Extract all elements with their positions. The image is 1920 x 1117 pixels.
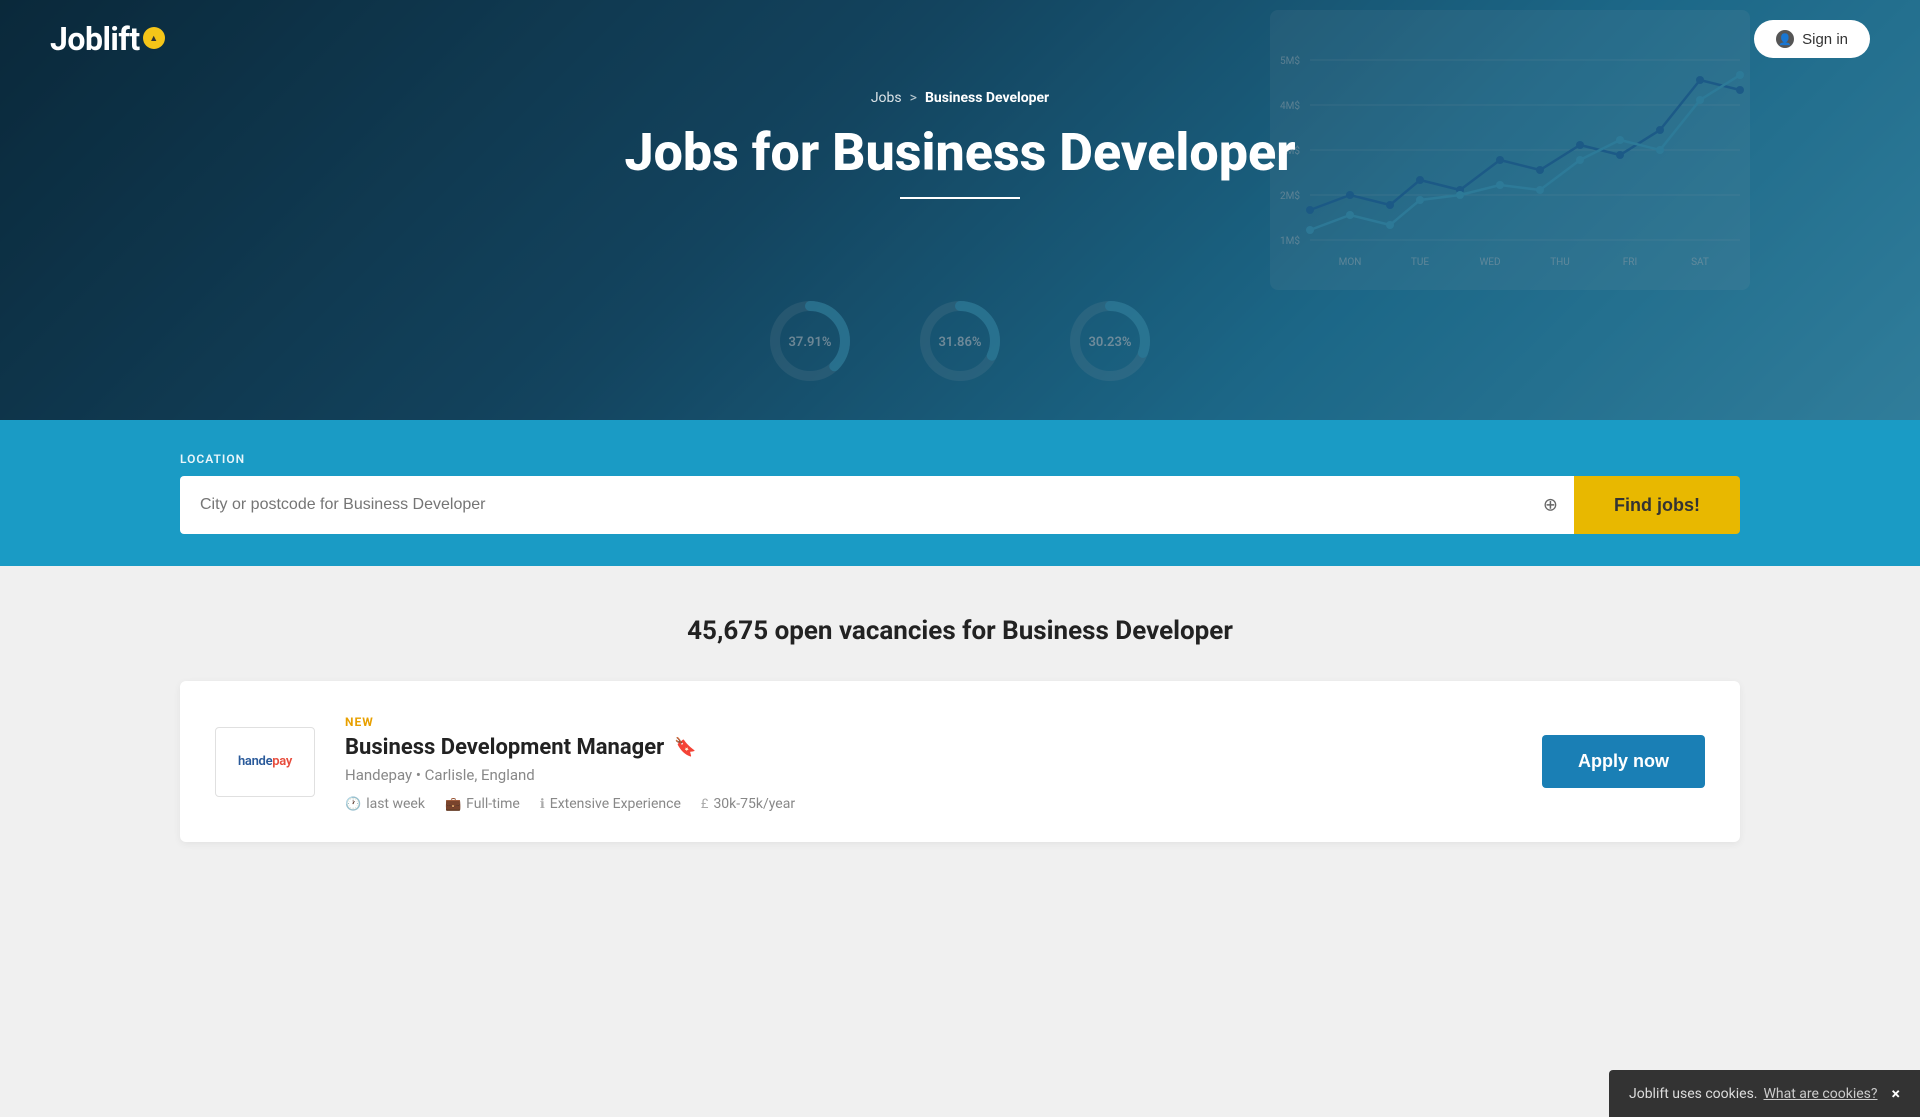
job-info: NEW Business Development Manager 🔖 Hande… <box>345 711 1512 812</box>
sign-in-button[interactable]: 👤 Sign in <box>1754 20 1870 58</box>
location-target-icon: ⊕ <box>1543 495 1558 516</box>
cookie-close-button[interactable]: × <box>1892 1084 1901 1103</box>
job-company-location: Handepay • Carlisle, England <box>345 766 1512 784</box>
briefcase-icon: 💼 <box>445 797 461 812</box>
cookie-link[interactable]: What are cookies? <box>1764 1086 1878 1102</box>
apply-now-button[interactable]: Apply now <box>1542 735 1705 788</box>
meta-type-text: Full-time <box>466 796 520 812</box>
sign-in-label: Sign in <box>1802 31 1848 48</box>
job-title-row: Business Development Manager 🔖 <box>345 735 1512 760</box>
job-card: handepay NEW Business Development Manage… <box>180 681 1740 842</box>
company-name: Handepay <box>345 766 412 784</box>
job-meta: 🕐 last week 💼 Full-time ℹ Extensive Expe… <box>345 796 1512 812</box>
results-section: 45,675 open vacancies for Business Devel… <box>0 566 1920 872</box>
breadcrumb: Jobs > Business Developer <box>0 90 1920 106</box>
breadcrumb-jobs-link[interactable]: Jobs <box>871 90 902 106</box>
breadcrumb-current: Business Developer <box>925 90 1049 106</box>
meta-experience-text: Extensive Experience <box>550 796 681 812</box>
info-icon: ℹ <box>540 797 545 812</box>
cookie-banner: Joblift uses cookies. What are cookies? … <box>1609 1070 1920 1117</box>
person-icon: 👤 <box>1776 30 1794 48</box>
new-badge: NEW <box>345 715 374 729</box>
location-search-input[interactable] <box>180 476 1574 534</box>
search-row: ⊕ Find jobs! <box>180 476 1740 534</box>
page-title: Jobs for Business Developer <box>0 124 1920 181</box>
company-separator: • <box>416 766 425 784</box>
search-input-wrap: ⊕ <box>180 476 1574 534</box>
site-header: Joblift 👤 Sign in <box>0 0 1920 78</box>
logo-badge-icon <box>143 27 165 49</box>
logo[interactable]: Joblift <box>50 20 165 58</box>
logo-text: Joblift <box>50 20 140 58</box>
handepay-logo-text: handepay <box>238 754 292 769</box>
bookmark-icon[interactable]: 🔖 <box>674 737 696 758</box>
hero-divider <box>900 197 1020 199</box>
breadcrumb-separator: > <box>910 90 917 106</box>
cookie-text: Joblift uses cookies. <box>1629 1086 1758 1102</box>
company-logo: handepay <box>215 727 315 797</box>
meta-date: 🕐 last week <box>345 796 425 812</box>
job-location: Carlisle, England <box>425 766 535 784</box>
job-title: Business Development Manager <box>345 735 664 760</box>
meta-experience: ℹ Extensive Experience <box>540 796 681 812</box>
search-section: LOCATION ⊕ Find jobs! <box>0 420 1920 566</box>
meta-salary-text: 30k-75k/year <box>713 796 795 812</box>
find-jobs-button[interactable]: Find jobs! <box>1574 476 1740 534</box>
meta-date-text: last week <box>366 796 425 812</box>
location-label: LOCATION <box>180 452 1740 466</box>
meta-salary: £ 30k-75k/year <box>701 796 795 812</box>
meta-type: 💼 Full-time <box>445 796 520 812</box>
pound-icon: £ <box>701 797 709 812</box>
clock-icon: 🕐 <box>345 797 361 812</box>
vacancies-count: 45,675 open vacancies for Business Devel… <box>180 616 1740 646</box>
